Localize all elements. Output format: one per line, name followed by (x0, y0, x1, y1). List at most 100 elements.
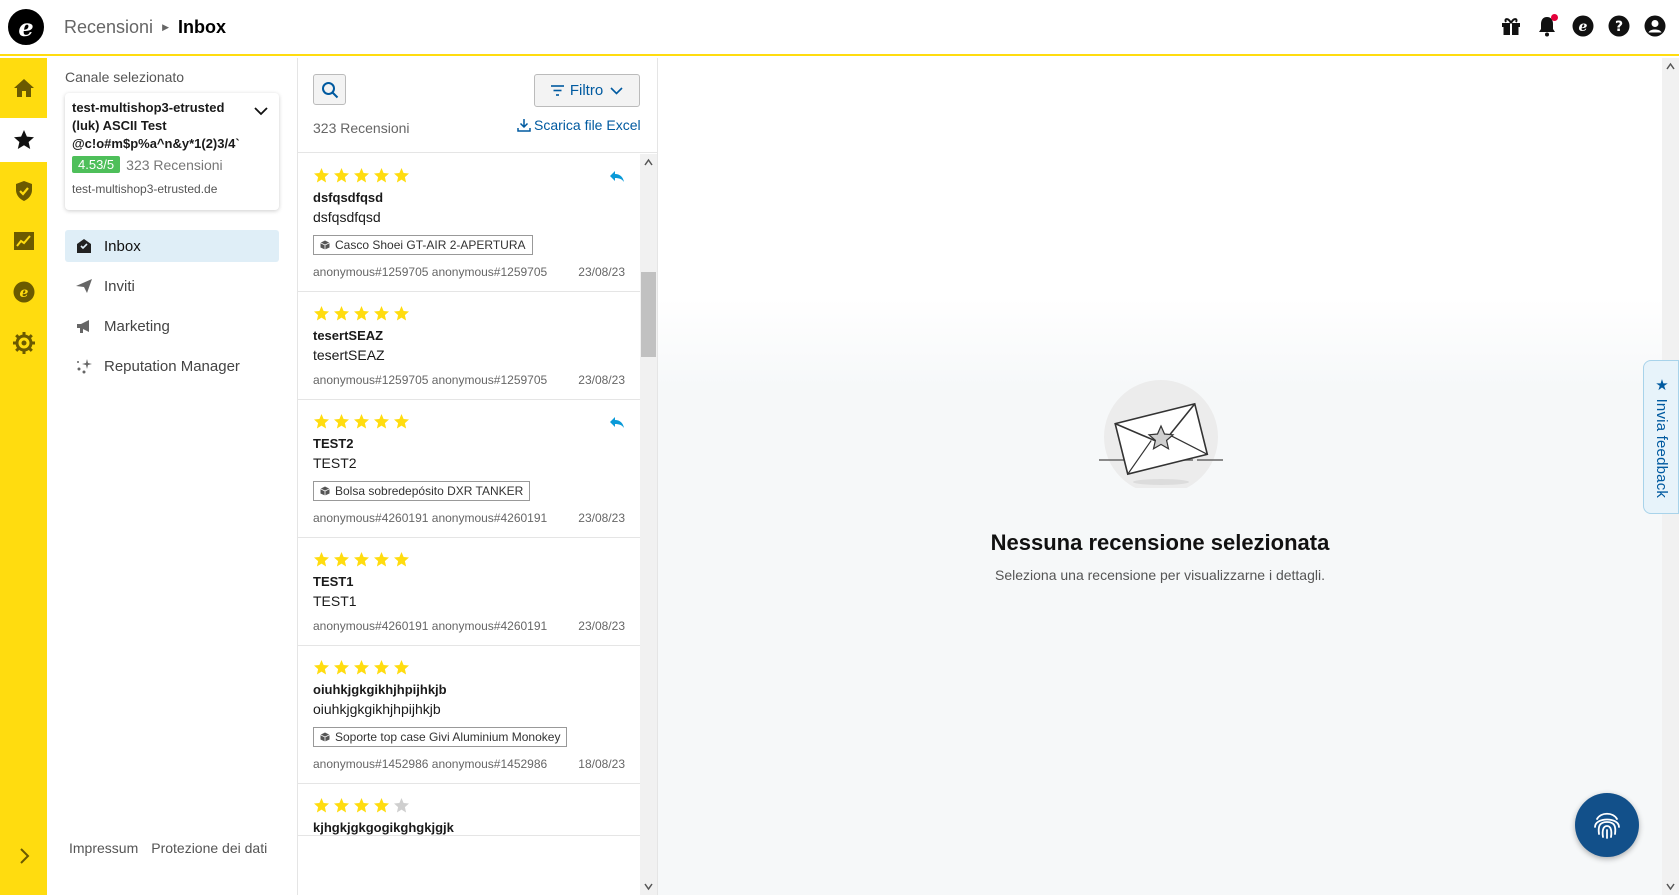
channel-name: test-multishop3-etrusted (luk) ASCII Tes… (72, 100, 240, 151)
footer-links: Impressum Protezione dei dati (69, 840, 267, 856)
review-list-item[interactable]: oiuhkjgkgikhjhpijhkjb oiuhkjgkgikhjhpijhk… (298, 646, 640, 784)
review-list-item[interactable]: dsfqsdfqsd dsfqsdfqsd Casco Shoei GT-AIR 2… (298, 154, 640, 292)
star-icon (374, 168, 389, 183)
scroll-down-icon[interactable] (1666, 882, 1675, 891)
star-icon (334, 660, 349, 675)
review-list-item[interactable]: tesertSEAZ tesertSEAZ anonymous#1259705 an… (298, 292, 640, 400)
impressum-link[interactable]: Impressum (69, 840, 138, 856)
send-icon (76, 279, 92, 293)
star-rating (313, 305, 625, 322)
review-date: 23/08/23 (578, 511, 625, 525)
review-text: TEST1 (313, 593, 357, 609)
rail-reviews[interactable] (0, 118, 47, 162)
empty-state-subtitle: Seleziona una recensione per visualizzar… (995, 567, 1325, 583)
rail-expand[interactable] (0, 834, 47, 878)
star-icon (314, 306, 329, 321)
star-icon (334, 306, 349, 321)
account-icon[interactable] (1643, 14, 1667, 38)
review-count: 323 Recensioni (313, 120, 410, 136)
review-title: TEST1 (313, 574, 354, 589)
nav-item-label: Reputation Manager (104, 357, 240, 375)
scroll-up-icon[interactable] (1666, 62, 1675, 71)
nav-list: Inbox Inviti Marketing Reputation Manage… (65, 230, 279, 390)
nav-item-marketing[interactable]: Marketing (65, 310, 279, 342)
breadcrumb: Recensioni ▶ Inbox (64, 17, 226, 38)
star-icon (314, 660, 329, 675)
gift-icon[interactable] (1499, 14, 1523, 38)
etrusted-icon[interactable]: e (1571, 14, 1595, 38)
product-tag: Casco Shoei GT-AIR 2-APERTURA (313, 235, 533, 255)
star-icon (354, 414, 369, 429)
star-icon (354, 306, 369, 321)
shield-icon (15, 181, 32, 201)
breadcrumb-parent[interactable]: Recensioni (64, 17, 153, 38)
rail-home[interactable] (0, 66, 47, 110)
rail-settings[interactable] (0, 321, 47, 365)
star-icon (334, 414, 349, 429)
feedback-tab[interactable]: ★ Invia feedback (1643, 360, 1679, 514)
rail-trust[interactable] (0, 169, 47, 213)
help-icon[interactable]: ? (1607, 14, 1631, 38)
review-title: kjhgkjgkgogikghgkjgjk (313, 820, 454, 835)
review-list-item[interactable]: TEST1 TEST1 anonymous#4260191 anonymous#42… (298, 538, 640, 646)
channel-selector[interactable]: test-multishop3-etrusted (luk) ASCII Tes… (65, 93, 279, 210)
filter-button[interactable]: Filtro (534, 74, 640, 107)
filter-label: Filtro (569, 82, 604, 99)
review-text: tesertSEAZ (313, 347, 385, 363)
package-icon (320, 486, 330, 496)
top-header: e Recensioni ▶ Inbox e ? (0, 0, 1679, 56)
star-icon (354, 660, 369, 675)
fingerprint-icon (1594, 812, 1620, 839)
product-name: Bolsa sobredepósito DXR TANKER (335, 484, 524, 498)
rail-etrusted[interactable]: e (0, 270, 47, 314)
scroll-up-icon[interactable] (644, 158, 653, 167)
nav-item-label: Marketing (104, 317, 170, 335)
chevron-down-icon[interactable] (253, 103, 269, 119)
megaphone-icon (77, 320, 89, 333)
star-icon (334, 552, 349, 567)
star-icon (374, 414, 389, 429)
list-toolbar: Filtro 323 Recensioni Scarica file Excel (298, 58, 657, 153)
etrusted-icon: e (13, 281, 34, 303)
chevron-right-icon (19, 848, 29, 864)
search-icon (321, 81, 338, 98)
star-icon (374, 660, 389, 675)
privacy-link[interactable]: Protezione dei dati (151, 840, 267, 856)
star-icon (13, 130, 34, 149)
star-icon (394, 306, 409, 321)
review-list-scrollbar[interactable] (640, 154, 657, 895)
download-excel-link[interactable]: Scarica file Excel (517, 117, 641, 133)
review-list-item[interactable]: TEST2 TEST2 Bolsa sobredepósito DXR TANKER… (298, 400, 640, 538)
nav-item-inbox[interactable]: Inbox (65, 230, 279, 262)
star-icon (394, 660, 409, 675)
chart-icon (13, 232, 34, 250)
product-name: Casco Shoei GT-AIR 2-APERTURA (335, 238, 526, 252)
channel-review-count: 323 Recensioni (126, 156, 223, 173)
product-tag: Soporte top case Givi Aluminium Monokey (313, 727, 568, 747)
nav-item-reputation-manager[interactable]: Reputation Manager (65, 350, 279, 382)
etrusted-logo[interactable]: e (8, 9, 44, 45)
star-icon (314, 798, 329, 813)
package-icon (320, 240, 330, 250)
review-text: oiuhkjgkgikhjhpijhkjb (313, 701, 441, 717)
empty-state-title: Nessuna recensione selezionata (990, 530, 1330, 555)
review-author: anonymous#1452986 anonymous#1452986 (313, 757, 548, 771)
notification-dot (1551, 14, 1558, 21)
scroll-thumb[interactable] (641, 272, 656, 357)
scroll-down-icon[interactable] (644, 882, 653, 891)
breadcrumb-current: Inbox (177, 16, 226, 37)
gear-icon (12, 332, 35, 354)
rail-analytics[interactable] (0, 219, 47, 263)
review-date: 18/08/23 (578, 757, 625, 771)
channel-domain: test-multishop3-etrusted.de (72, 182, 218, 196)
star-icon (334, 798, 349, 813)
bell-icon[interactable] (1535, 14, 1559, 38)
nav-item-inviti[interactable]: Inviti (65, 270, 279, 302)
home-icon (13, 79, 34, 97)
star-icon (334, 168, 349, 183)
star-icon (354, 168, 369, 183)
search-button[interactable] (313, 74, 346, 105)
review-list-item[interactable]: kjhgkjgkgogikghgkjgjk (298, 784, 640, 836)
fingerprint-button[interactable] (1575, 793, 1639, 857)
download-excel-label: Scarica file Excel (534, 117, 641, 133)
